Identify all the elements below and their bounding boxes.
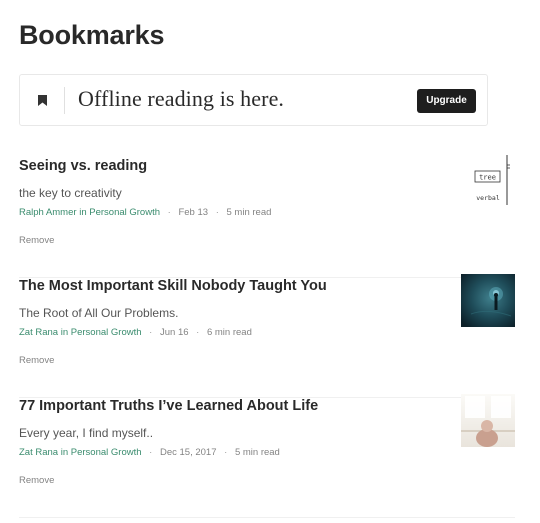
meta-separator: · (196, 327, 200, 338)
post-date: Dec 15, 2017 (159, 447, 217, 458)
thumb-word-tree: tree (479, 174, 496, 182)
publication-link[interactable]: Personal Growth (71, 447, 142, 458)
publication-link[interactable]: Personal Growth (89, 207, 160, 218)
bookmark-title[interactable]: The Most Important Skill Nobody Taught Y… (19, 278, 327, 294)
bookmark-subtitle[interactable]: The Root of All Our Problems. (19, 306, 178, 320)
bookmark-thumbnail[interactable] (461, 394, 515, 447)
bookmark-item: The Most Important Skill Nobody Taught Y… (19, 274, 515, 398)
publication-link[interactable]: Personal Growth (71, 327, 142, 338)
bookmark-title[interactable]: 77 Important Truths I’ve Learned About L… (19, 398, 318, 414)
read-time: 6 min read (206, 327, 252, 338)
remove-button[interactable]: Remove (19, 235, 54, 246)
meta-separator: · (149, 327, 153, 338)
banner-divider (64, 87, 65, 114)
offline-reading-banner: Offline reading is here. Upgrade (19, 74, 488, 126)
author-link[interactable]: Zat Rana (19, 327, 58, 338)
bookmark-thumbnail[interactable] (461, 274, 515, 327)
author-link[interactable]: Ralph Ammer (19, 207, 77, 218)
post-date: Jun 16 (159, 327, 189, 338)
bookmark-thumbnail[interactable]: tree verbal (461, 155, 515, 208)
bookmark-meta: Ralph Ammer in Personal Growth · Feb 13 … (19, 207, 271, 218)
remove-button[interactable]: Remove (19, 355, 54, 366)
in-label: in (60, 327, 69, 338)
meta-separator: · (224, 447, 228, 458)
bookmark-meta: Zat Rana in Personal Growth · Jun 16 · 6… (19, 327, 252, 338)
sketch-thumbnail-image: tree verbal (461, 155, 515, 208)
in-label: in (79, 207, 87, 218)
bookmark-icon (38, 95, 47, 106)
bookmark-item: 77 Important Truths I’ve Learned About L… (19, 394, 515, 518)
read-time: 5 min read (226, 207, 272, 218)
author-link[interactable]: Zat Rana (19, 447, 58, 458)
read-time: 5 min read (234, 447, 280, 458)
bookmark-meta: Zat Rana in Personal Growth · Dec 15, 20… (19, 447, 280, 458)
bright-room-thumbnail-image (461, 394, 515, 447)
bookmark-subtitle[interactable]: the key to creativity (19, 186, 122, 200)
meta-separator: · (149, 447, 153, 458)
thumb-word-verbal: verbal (476, 194, 500, 202)
remove-button[interactable]: Remove (19, 475, 54, 486)
in-label: in (60, 447, 69, 458)
bookmark-subtitle[interactable]: Every year, I find myself.. (19, 426, 153, 440)
upgrade-button[interactable]: Upgrade (417, 89, 476, 113)
meta-separator: · (215, 207, 219, 218)
bookmark-item: Seeing vs. reading the key to creativity… (19, 155, 515, 278)
banner-text: Offline reading is here. (78, 86, 285, 111)
dark-figure-thumbnail-image (461, 274, 515, 327)
post-date: Feb 13 (178, 207, 209, 218)
bookmark-title[interactable]: Seeing vs. reading (19, 158, 147, 174)
page-title: Bookmarks (19, 20, 165, 50)
meta-separator: · (167, 207, 171, 218)
